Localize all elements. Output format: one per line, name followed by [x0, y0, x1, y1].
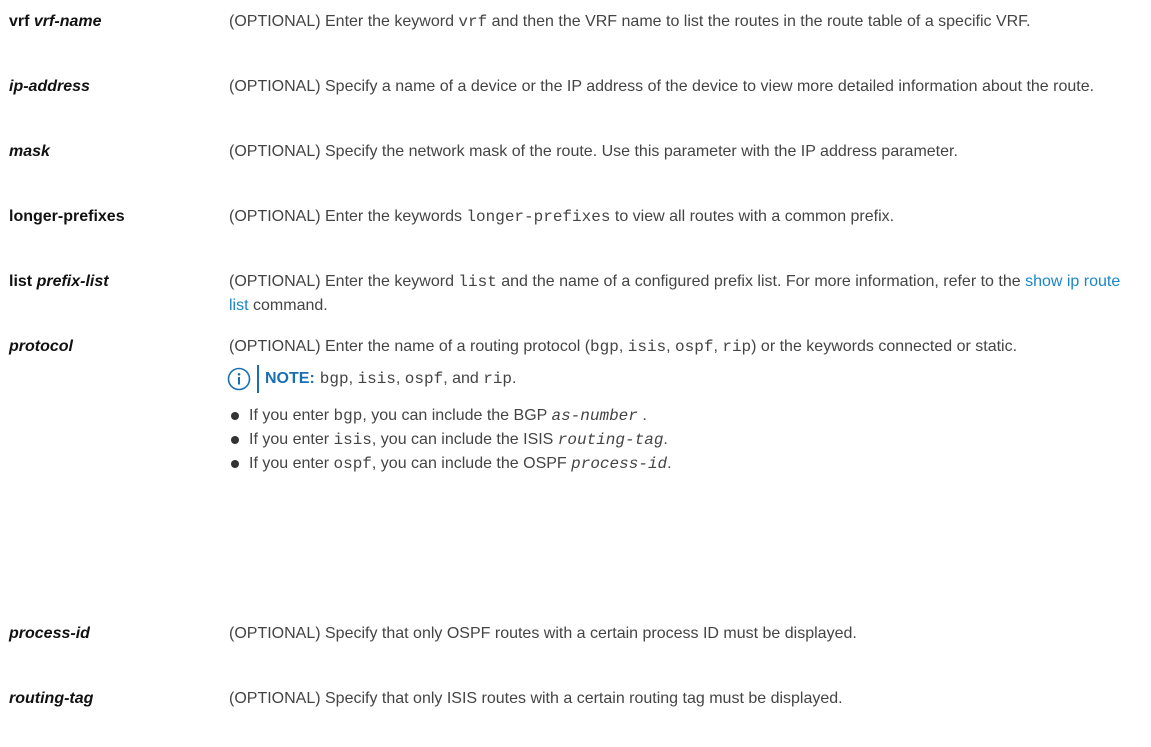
desc-text: .: [667, 455, 672, 472]
desc-text: If you enter: [249, 431, 334, 448]
desc-text: ,: [618, 338, 628, 355]
param-description: (OPTIONAL) Enter the name of a routing p…: [226, 335, 1139, 476]
inline-code: ospf: [404, 370, 444, 388]
inline-code: bgp: [319, 370, 349, 388]
bullet-dot: [231, 436, 239, 444]
term-keyword: list: [9, 273, 33, 290]
param-term: vrf vrf-name: [9, 10, 224, 34]
inline-code: rip: [722, 338, 752, 356]
desc-text: , you can include the OSPF: [371, 455, 572, 472]
desc-text: command.: [248, 297, 328, 314]
bullet-dot: [231, 460, 239, 468]
term-keyword: longer-prefixes: [9, 208, 125, 225]
param-term: routing-tag: [9, 687, 224, 711]
desc-text: .: [637, 407, 647, 424]
inline-variable: process-id: [571, 455, 668, 473]
inline-code: isis: [627, 338, 667, 356]
param-term: process-id: [9, 622, 224, 646]
inline-code: rip: [483, 370, 513, 388]
desc-text: (OPTIONAL) Enter the keyword: [229, 13, 459, 30]
note-label: NOTE:: [265, 370, 315, 387]
inline-code: list: [458, 273, 497, 291]
desc-text: (OPTIONAL) Enter the name of a routing p…: [229, 338, 591, 355]
note-divider: [257, 365, 259, 393]
desc-text: , and: [443, 370, 484, 387]
desc-text: ,: [713, 338, 723, 355]
term-parameter: protocol: [9, 338, 73, 355]
term-parameter: mask: [9, 143, 50, 160]
note-callout: NOTE: bgp, isis, ospf, and rip.: [226, 364, 1139, 394]
param-term: longer-prefixes: [9, 205, 224, 229]
desc-text: .: [663, 431, 668, 448]
note-text: bgp, isis, ospf, and rip.: [320, 367, 517, 391]
param-description: (OPTIONAL) Enter the keyword list and th…: [229, 270, 1139, 318]
param-term: protocol: [9, 335, 224, 359]
term-parameter: ip-address: [9, 78, 90, 95]
list-item: If you enter isis, you can include the I…: [229, 428, 1139, 452]
param-term: mask: [9, 140, 224, 164]
param-description: (OPTIONAL) Specify a name of a device or…: [229, 78, 1095, 95]
desc-text: to view all routes with a common prefix.: [610, 208, 895, 225]
inline-code: ospf: [333, 455, 372, 473]
bullet-dot: [231, 412, 239, 420]
inline-code: bgp: [590, 338, 619, 356]
parameters-table: vrf vrf-name (OPTIONAL) Enter the keywor…: [0, 0, 1151, 747]
param-term: list prefix-list: [9, 270, 224, 294]
desc-text: ) or the keywords connected or static.: [751, 338, 1018, 355]
param-description: (OPTIONAL) Enter the keyword vrf and the…: [229, 10, 1139, 34]
desc-text: and then the VRF name to list the routes…: [487, 13, 1031, 30]
list-item: If you enter bgp, you can include the BG…: [229, 404, 1139, 428]
term-parameter: prefix-list: [36, 273, 109, 290]
desc-text: .: [512, 370, 517, 387]
inline-variable: as-number: [551, 407, 638, 425]
inline-code: ospf: [675, 338, 714, 356]
desc-text: If you enter: [249, 455, 334, 472]
term-keyword: vrf: [9, 13, 30, 30]
desc-text: If you enter: [249, 407, 334, 424]
inline-code: isis: [357, 370, 396, 388]
inline-code: vrf: [458, 13, 488, 31]
protocol-bullet-list: If you enter bgp, you can include the BG…: [229, 404, 1139, 476]
desc-text: , you can include the BGP: [362, 407, 552, 424]
inline-code: isis: [333, 431, 372, 449]
desc-text: (OPTIONAL) Enter the keywords: [229, 208, 467, 225]
list-item: If you enter ospf, you can include the O…: [229, 452, 1139, 476]
desc-text: ,: [395, 370, 405, 387]
info-circle-icon: [226, 366, 252, 392]
term-parameter: routing-tag: [9, 690, 94, 707]
protocol-description: (OPTIONAL) Enter the name of a routing p…: [229, 335, 1139, 359]
param-description: (OPTIONAL) Specify that only ISIS routes…: [229, 690, 843, 707]
desc-text: and the name of a configured prefix list…: [496, 273, 1026, 290]
inline-code: longer-prefixes: [466, 208, 611, 226]
param-description: (OPTIONAL) Specify the network mask of t…: [229, 143, 958, 160]
desc-text: (OPTIONAL) Enter the keyword: [229, 273, 459, 290]
param-term: ip-address: [9, 75, 224, 99]
inline-code: bgp: [333, 407, 363, 425]
term-parameter: process-id: [9, 625, 90, 642]
param-description: (OPTIONAL) Enter the keywords longer-pre…: [229, 205, 1139, 229]
desc-text: , you can include the ISIS: [371, 431, 558, 448]
term-parameter: vrf-name: [33, 13, 102, 30]
desc-text: ,: [666, 338, 676, 355]
param-description: (OPTIONAL) Specify that only OSPF routes…: [229, 625, 857, 642]
inline-variable: routing-tag: [557, 431, 664, 449]
